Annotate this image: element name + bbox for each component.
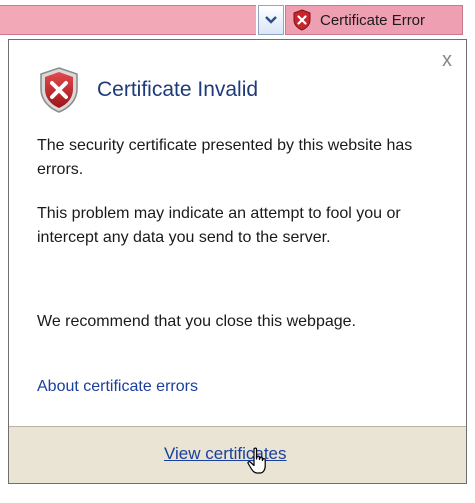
- shield-error-icon: [40, 67, 78, 113]
- warning-description: This problem may indicate an attempt to …: [37, 205, 401, 246]
- popup-header: Certificate Invalid: [37, 66, 258, 114]
- popup-title: Certificate Invalid: [97, 78, 259, 101]
- address-field[interactable]: [0, 5, 256, 35]
- address-dropdown-button[interactable]: [258, 5, 284, 35]
- about-certificate-errors-link[interactable]: About certificate errors: [37, 378, 198, 396]
- address-bar: Certificate Error: [0, 0, 475, 40]
- recommendation-text: We recommend that you close this webpage…: [37, 313, 356, 330]
- chevron-down-icon: [265, 16, 277, 24]
- close-icon[interactable]: x: [442, 50, 452, 70]
- shield-error-icon: [293, 9, 311, 31]
- certificate-error-button[interactable]: Certificate Error: [285, 5, 463, 35]
- certificate-popup: x Certificate Invalid The security certi…: [8, 39, 467, 484]
- error-description: The security certificate presented by th…: [37, 137, 413, 178]
- certificate-error-label: Certificate Error: [320, 11, 426, 29]
- hand-cursor-icon: [247, 447, 266, 474]
- popup-footer: View certificates: [9, 426, 466, 483]
